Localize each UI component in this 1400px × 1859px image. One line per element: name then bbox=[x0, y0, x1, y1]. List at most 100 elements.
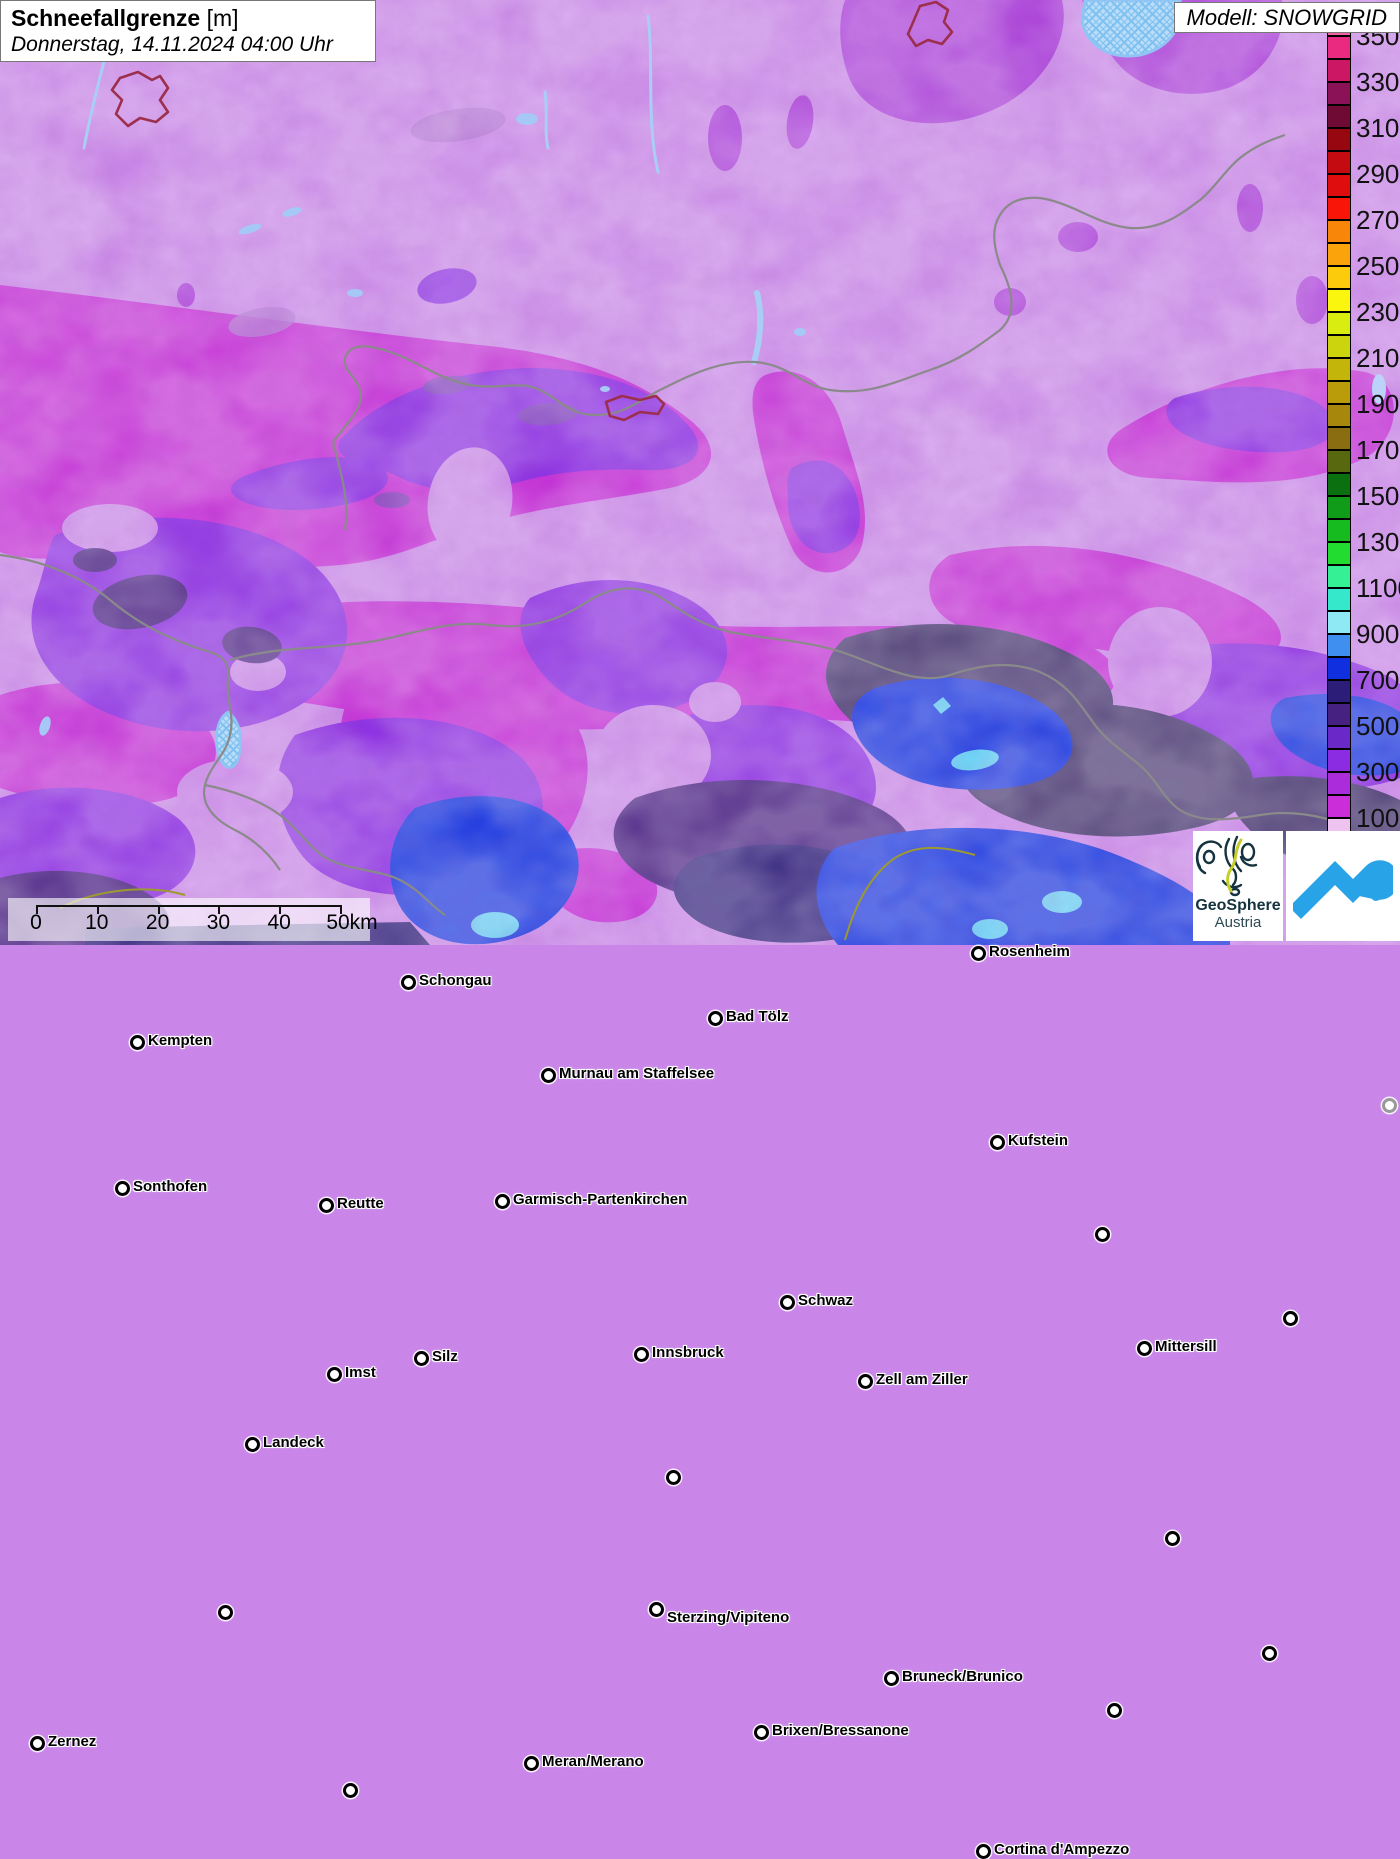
city-marker bbox=[218, 1605, 233, 1620]
colorbar-tick-label: 500 bbox=[1356, 711, 1399, 742]
city-label: Bruneck/Brunico bbox=[902, 1668, 1023, 1685]
scalebar-line bbox=[36, 905, 340, 907]
colorbar-cell-2300 bbox=[1327, 289, 1351, 312]
partner-logo bbox=[1286, 831, 1400, 941]
geosphere-logo: GeoSphere Austria bbox=[1193, 831, 1283, 941]
colorbar-cell-2200 bbox=[1327, 312, 1351, 335]
city-label: Silz bbox=[432, 1348, 458, 1365]
city-label: Innsbruck bbox=[652, 1344, 724, 1361]
city-label: Rosenheim bbox=[989, 943, 1070, 960]
colorbar-tick-label: 1300 bbox=[1356, 527, 1400, 558]
title-parameter: Schneefallgrenze bbox=[11, 5, 200, 31]
colorbar-tick-label: 2500 bbox=[1356, 251, 1400, 282]
colorbar-cell-1000 bbox=[1327, 588, 1351, 611]
colorbar-cell-2100 bbox=[1327, 335, 1351, 358]
colorbar-cell-1900 bbox=[1327, 381, 1351, 404]
city-label-part: Bruneck/Brunico bbox=[902, 1668, 1023, 1685]
map-canvas bbox=[0, 0, 1400, 945]
city-label: Bad Tölz bbox=[726, 1008, 789, 1025]
snowgrid-map: SchongauBad TölzRosenheimKemptenMurnau a… bbox=[0, 0, 1400, 945]
city-marker bbox=[130, 1035, 145, 1050]
city-marker bbox=[115, 1181, 130, 1196]
city-marker bbox=[343, 1783, 358, 1798]
page-title: Schneefallgrenze [m] bbox=[11, 5, 365, 32]
city-label-part: Murnau am Staffelsee bbox=[559, 1065, 714, 1082]
colorbar-tick-label: 1700 bbox=[1356, 435, 1400, 466]
city-label-part: Zell am Ziller bbox=[876, 1371, 968, 1388]
colorbar-cell-400 bbox=[1327, 726, 1351, 749]
city-label-part: Silz bbox=[432, 1348, 458, 1365]
scalebar-tick-label: 40 bbox=[268, 911, 291, 935]
city-label-part: Kufstein bbox=[1008, 1132, 1068, 1149]
city-label-part: Brixen/Bressanone bbox=[772, 1722, 909, 1739]
city-label-part: Sonthofen bbox=[133, 1178, 207, 1195]
colorbar-cell-600 bbox=[1327, 680, 1351, 703]
city-label: Reutte bbox=[337, 1195, 384, 1212]
colorbar-tick-label: 1900 bbox=[1356, 389, 1400, 420]
city-label: Brixen/Bressanone bbox=[772, 1722, 909, 1739]
colorbar-cell-1400 bbox=[1327, 496, 1351, 519]
scalebar-tick-label: 30 bbox=[207, 911, 230, 935]
city-marker bbox=[754, 1725, 769, 1740]
city-marker bbox=[245, 1437, 260, 1452]
city-label-part: Bad Tölz bbox=[726, 1008, 789, 1025]
city-marker bbox=[976, 1844, 991, 1859]
colorbar-cell-3000 bbox=[1327, 128, 1351, 151]
city-label: Cortina d'Ampezzo bbox=[994, 1841, 1129, 1858]
snowline-colorbar bbox=[1327, 13, 1353, 841]
city-marker bbox=[1283, 1311, 1298, 1326]
colorbar-cell-100 bbox=[1327, 795, 1351, 818]
city-label-part: Garmisch-Partenkirchen bbox=[513, 1191, 687, 1208]
colorbar-cell-1100 bbox=[1327, 565, 1351, 588]
city-marker bbox=[524, 1756, 539, 1771]
city-marker bbox=[1095, 1227, 1110, 1242]
colorbar-tick-label: 3300 bbox=[1356, 67, 1400, 98]
city-label-part: Innsbruck bbox=[652, 1344, 724, 1361]
model-badge: Modell: SNOWGRID bbox=[1174, 2, 1400, 33]
city-label: Schongau bbox=[419, 972, 492, 989]
city-marker bbox=[1165, 1531, 1180, 1546]
city-marker bbox=[495, 1194, 510, 1209]
city-label-part: Reutte bbox=[337, 1195, 384, 1212]
geosphere-wordmark: GeoSphere bbox=[1193, 897, 1283, 914]
colorbar-cell-1300 bbox=[1327, 519, 1351, 542]
partner-logo-icon bbox=[1293, 841, 1393, 931]
city-label: Kufstein bbox=[1008, 1132, 1068, 1149]
colorbar-tick-label: 900 bbox=[1356, 619, 1399, 650]
colorbar-cell-900 bbox=[1327, 611, 1351, 634]
valid-datetime: Donnerstag, 14.11.2024 04:00 Uhr bbox=[11, 33, 365, 57]
colorbar-cell-1800 bbox=[1327, 404, 1351, 427]
colorbar-cell-200 bbox=[1327, 772, 1351, 795]
city-label: Zell am Ziller bbox=[876, 1371, 968, 1388]
city-label: Murnau am Staffelsee bbox=[559, 1065, 714, 1082]
city-label-part: Meran/Merano bbox=[542, 1753, 644, 1770]
colorbar-cell-2400 bbox=[1327, 266, 1351, 289]
colorbar-cell-2600 bbox=[1327, 220, 1351, 243]
city-label-part: Sterzing/Vipiteno bbox=[667, 1609, 789, 1626]
city-marker bbox=[634, 1347, 649, 1362]
city-label: Schwaz bbox=[798, 1292, 853, 1309]
city-label: Garmisch-Partenkirchen bbox=[513, 1191, 687, 1208]
colorbar-tick-label: 1500 bbox=[1356, 481, 1400, 512]
city-marker bbox=[666, 1470, 681, 1485]
title-box: Schneefallgrenze [m] Donnerstag, 14.11.2… bbox=[0, 0, 376, 62]
colorbar-cell-1500 bbox=[1327, 473, 1351, 496]
colorbar-tick-label: 100 bbox=[1356, 803, 1399, 834]
relief-texture-dark bbox=[0, 0, 1400, 945]
colorbar-cell-2000 bbox=[1327, 358, 1351, 381]
colorbar-cell-1200 bbox=[1327, 542, 1351, 565]
city-label: Sterzing/Vipiteno bbox=[667, 1609, 789, 1626]
colorbar-cell-2800 bbox=[1327, 174, 1351, 197]
colorbar-cell-3100 bbox=[1327, 105, 1351, 128]
colorbar-cell-800 bbox=[1327, 634, 1351, 657]
city-label-part: Zernez bbox=[48, 1733, 96, 1750]
colorbar-tick-label: 1100 bbox=[1356, 573, 1400, 604]
city-marker bbox=[414, 1351, 429, 1366]
scalebar-tick-label: 0 bbox=[30, 911, 42, 935]
city-label-part: Cortina d'Ampezzo bbox=[994, 1841, 1129, 1858]
city-marker bbox=[541, 1068, 556, 1083]
colorbar-tick-label: 3100 bbox=[1356, 113, 1400, 144]
city-label-part: Mittersill bbox=[1155, 1338, 1217, 1355]
city-marker bbox=[1382, 1098, 1397, 1113]
city-marker bbox=[30, 1736, 45, 1751]
